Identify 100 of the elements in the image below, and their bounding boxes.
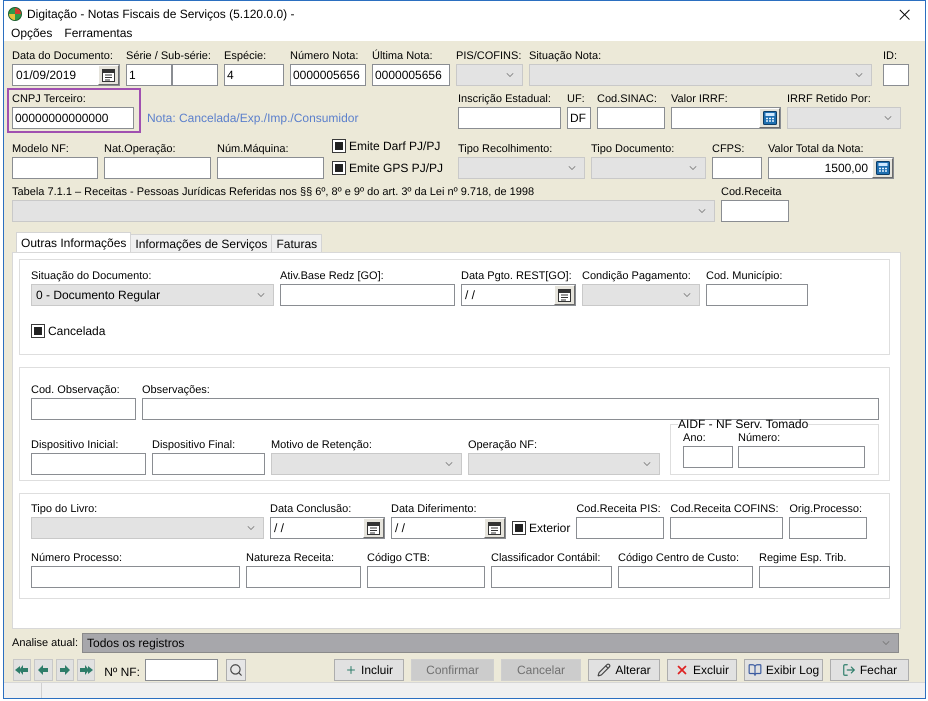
text-field[interactable] [683,446,733,468]
field-label: UF: [567,92,586,106]
field-label: Tipo do Livro: [31,502,98,516]
field-label: Data Conclusão: [270,502,352,516]
action-button[interactable]: Fechar [830,659,909,682]
field-label: Tipo Recolhimento: [458,142,554,156]
calendar-button[interactable] [98,65,119,86]
text-field[interactable]: 1 [126,64,172,86]
calendar-button[interactable] [554,285,575,306]
calendar-icon [558,288,571,302]
close-button[interactable]: × [892,4,917,24]
tab[interactable]: Informações de Serviços [130,234,272,252]
field-label: Cod.Receita [721,185,783,200]
text-field[interactable] [217,157,324,180]
text-field[interactable] [576,517,664,540]
tab[interactable]: Faturas [271,234,322,252]
text-field[interactable] [246,566,361,588]
checkbox[interactable] [332,161,346,176]
dropdown[interactable]: 0 - Documento Regular [31,284,274,306]
text-field[interactable] [31,566,240,588]
arrow-icon [36,665,50,676]
field-label: CNPJ Terceiro: [12,92,87,106]
text-field[interactable] [738,446,865,468]
text-field[interactable]: 00000000000000 [12,107,134,130]
calendar-icon [488,522,501,535]
calendar-button[interactable] [363,518,384,538]
text-field[interactable]: DF [567,107,591,130]
text-field[interactable]: 0000005656 [372,64,450,86]
text-field[interactable] [172,64,218,86]
group-title: AIDF - NF Serv. Tomado [678,417,808,432]
amount-field[interactable] [671,107,781,130]
calculator-icon [876,161,890,176]
dropdown[interactable]: Todos os registros [82,633,900,654]
text-field[interactable] [142,398,879,420]
action-button[interactable]: Alterar [588,659,660,682]
field-label: Número Processo: [31,551,124,566]
text-field[interactable]: 4 [224,64,284,86]
text-field[interactable] [31,398,136,420]
field-label: Natureza Receita: [246,551,336,566]
text-field[interactable] [12,157,98,180]
date-field[interactable]: / / [270,517,385,540]
text-field[interactable]: 0000005656 [290,64,366,86]
field-label: Observações: [142,383,211,398]
field-label: Última Nota: [372,49,434,64]
text-field[interactable] [104,157,211,180]
menu-item[interactable]: Opções [11,26,52,42]
navigation-button[interactable] [13,659,32,682]
text-field[interactable] [367,566,485,588]
field-label: Cod. Observação: [31,383,121,398]
text-field[interactable] [31,453,146,476]
date-field[interactable]: / / [391,517,506,540]
field-label: Nº NF: [104,665,140,680]
search-icon [228,663,243,678]
action-button[interactable]: Incluir [334,659,404,682]
calendar-button[interactable] [484,518,505,538]
text-field[interactable] [280,284,455,306]
tab[interactable]: Outras Informações [16,232,132,252]
text-field[interactable] [144,659,218,682]
field-label: Número: [738,431,782,446]
text-field[interactable] [491,566,612,588]
date-field[interactable]: 01/09/2019 [12,64,120,86]
field-label: Data Pgto. REST[GO]: [461,269,573,284]
arrow-icon [58,665,72,676]
amount-field[interactable]: 1500,00 [768,157,894,180]
text-field[interactable] [789,517,868,540]
calculator-button[interactable] [759,108,780,128]
action-button[interactable]: Exibir Log [744,659,823,682]
double-arrow-icon [79,665,94,676]
field-label: Cod.Receita COFINS: [670,502,780,516]
text-field[interactable] [670,517,784,540]
text-field[interactable] [883,64,909,86]
navigation-button[interactable] [34,659,53,682]
field-label: Valor Total da Nota: [768,142,865,156]
field-label: Inscrição Estadual: [458,92,552,106]
navigation-button[interactable] [56,659,74,682]
text-field[interactable] [152,453,265,476]
field-label: Código Centro de Custo: [618,551,740,566]
checkbox[interactable] [332,139,346,154]
text-field[interactable] [458,107,561,130]
menu-item[interactable]: Ferramentas [64,26,132,42]
text-field[interactable] [712,157,762,180]
calculator-button[interactable] [872,158,893,178]
text-field[interactable] [721,200,789,222]
field-label: Cod.SINAC: [597,92,658,106]
text-field[interactable] [618,566,753,588]
text-field[interactable] [597,107,665,130]
field-label: Espécie: [224,49,268,64]
field-label: Situação Nota: [529,49,602,64]
action-button[interactable]: Excluir [667,659,737,682]
checkbox[interactable] [512,521,526,536]
field-label: Orig.Processo: [789,502,864,516]
field-label: PIS/COFINS: [456,49,522,64]
date-field[interactable]: / / [461,284,576,306]
text-field[interactable] [759,566,890,588]
field-label: Condição Pagamento: [582,269,692,284]
field-label: Tipo Documento: [591,142,676,156]
search-button[interactable] [226,659,246,682]
text-field[interactable] [706,284,808,306]
checkbox[interactable] [31,324,45,338]
navigation-button[interactable] [76,659,96,682]
